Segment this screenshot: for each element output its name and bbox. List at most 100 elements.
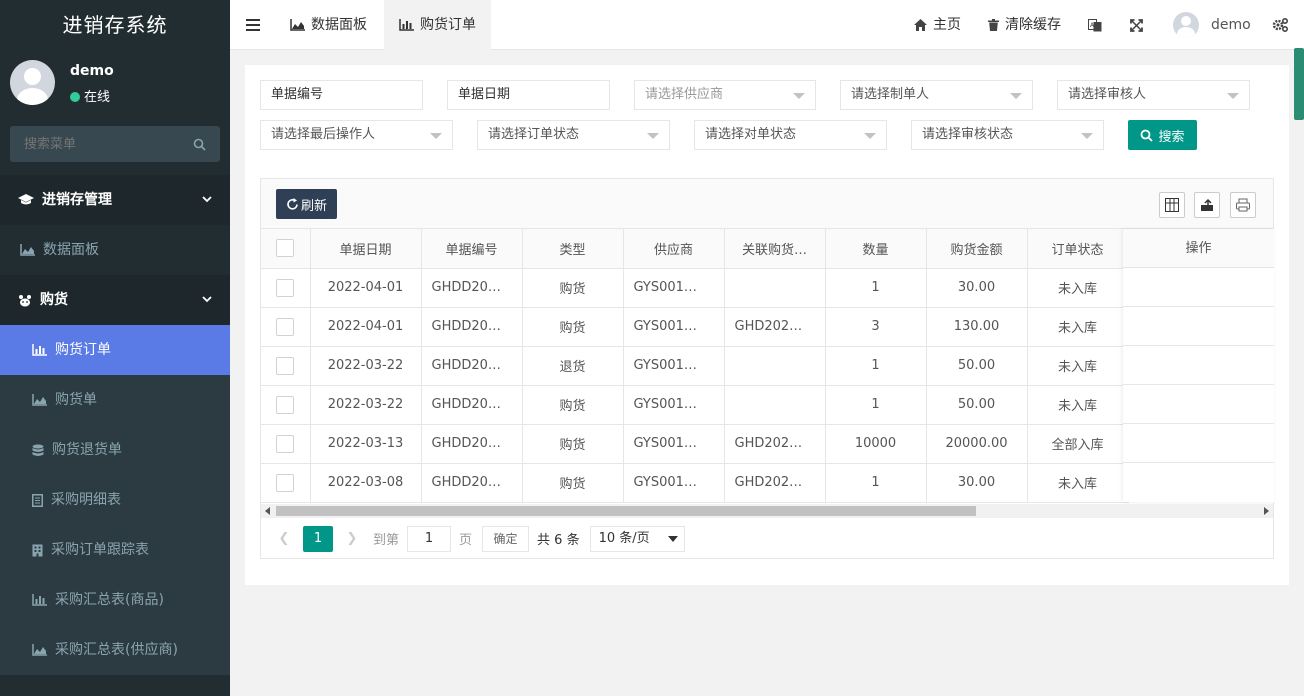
search-button[interactable]: 搜索 bbox=[1128, 120, 1197, 150]
tab-dashboard[interactable]: 数据面板 bbox=[278, 0, 379, 50]
col-type[interactable]: 类型 bbox=[522, 229, 624, 269]
table-row[interactable]: 2022-04-01 GHDD20… 购货 GYS001… GHD202… 3 … bbox=[261, 307, 1129, 347]
refresh-button[interactable]: 刷新 bbox=[276, 189, 337, 219]
col-status[interactable]: 订单状态 bbox=[1027, 229, 1129, 269]
user-status: 在线 bbox=[70, 86, 110, 105]
scroll-right-icon[interactable] bbox=[1264, 507, 1269, 515]
review-status-select[interactable]: 请选择审核状态 bbox=[911, 120, 1104, 150]
sidebar-item-purchase[interactable]: 购货 bbox=[0, 275, 230, 325]
doc-no-input[interactable]: 单据编号 bbox=[260, 80, 423, 110]
row-checkbox[interactable] bbox=[276, 356, 295, 375]
col-qty[interactable]: 数量 bbox=[825, 229, 927, 269]
doc-date-input[interactable]: 单据日期 bbox=[447, 80, 610, 110]
dropdown-arrow-icon bbox=[667, 535, 678, 542]
table-row[interactable]: 2022-04-01 GHDD20… 购货 GYS001… 1 30.00 未入… bbox=[261, 268, 1129, 308]
trash-icon bbox=[988, 19, 999, 31]
home-link[interactable]: 主页 bbox=[914, 0, 961, 50]
sidebar-item-label: 采购汇总表(供应商) bbox=[55, 642, 178, 658]
columns-icon bbox=[1165, 198, 1179, 212]
sidebar-item-label: 购货 bbox=[40, 292, 68, 308]
row-checkbox[interactable] bbox=[276, 473, 295, 492]
page-1-button[interactable]: 1 bbox=[303, 525, 333, 552]
bar-chart-icon bbox=[32, 344, 47, 356]
sidebar-item-summary-supplier[interactable]: 采购汇总表(供应商) bbox=[0, 625, 230, 675]
language-toggle[interactable]: A bbox=[1088, 0, 1102, 50]
menu-search-input[interactable] bbox=[10, 126, 180, 162]
sidebar-item-purchase-detail[interactable]: 采购明细表 bbox=[0, 475, 230, 525]
sidebar-item-label: 购货单 bbox=[55, 392, 97, 408]
operations-cell bbox=[1123, 346, 1274, 385]
col-linked[interactable]: 关联购货… bbox=[724, 229, 826, 269]
menu-search[interactable] bbox=[10, 126, 220, 162]
page-scrollbar[interactable] bbox=[1294, 48, 1304, 120]
search-icon[interactable] bbox=[193, 138, 206, 151]
printer-icon bbox=[1236, 198, 1250, 212]
table-row[interactable]: 2022-03-22 GHDD20… 退货 GYS001… 1 50.00 未入… bbox=[261, 346, 1129, 386]
search-icon bbox=[1141, 129, 1154, 142]
maker-select[interactable]: 请选择制单人 bbox=[840, 80, 1033, 110]
table-row[interactable]: 2022-03-08 GHDD20… 购货 GYS001… GHD202… 1 … bbox=[261, 463, 1129, 503]
sidebar-menu: 进销存管理 数据面板 购货 购货订单 购货单 购货退货单 采购明细表 采购订单跟… bbox=[0, 175, 230, 675]
row-checkbox[interactable] bbox=[276, 278, 295, 297]
pagination: ❮ 1 ❯ 到第 1 页 确定 共 6 条 10 条/页 bbox=[261, 518, 1273, 559]
row-checkbox[interactable] bbox=[276, 395, 295, 414]
sidebar-item-inventory[interactable]: 进销存管理 bbox=[0, 175, 230, 225]
sidebar-item-dashboard[interactable]: 数据面板 bbox=[0, 225, 230, 275]
export-button[interactable] bbox=[1194, 192, 1220, 218]
goto-page-input[interactable]: 1 bbox=[407, 525, 452, 552]
select-all-checkbox[interactable] bbox=[276, 239, 295, 258]
sidebar-item-purchase-order[interactable]: 购货订单 bbox=[0, 325, 230, 375]
user-menu[interactable]: demo bbox=[1173, 0, 1251, 50]
data-table: 刷新 单据日期 单据编号 类型 供应商 关联购货… 数量 购货金额 订单状态 2… bbox=[260, 178, 1274, 559]
sidebar-item-label: 数据面板 bbox=[43, 242, 99, 258]
goto-confirm-button[interactable]: 确定 bbox=[482, 525, 530, 552]
col-doc-no[interactable]: 单据编号 bbox=[421, 229, 523, 269]
sidebar-item-order-tracking[interactable]: 采购订单跟踪表 bbox=[0, 525, 230, 575]
page-size-select[interactable]: 10 条/页 bbox=[589, 525, 685, 552]
scrollbar-thumb[interactable] bbox=[276, 506, 976, 516]
column-filter-button[interactable] bbox=[1159, 192, 1185, 218]
paw-icon bbox=[19, 294, 31, 306]
sidebar-item-label: 购货订单 bbox=[55, 342, 111, 358]
next-page-icon[interactable]: ❯ bbox=[337, 531, 367, 546]
chevron-down-icon bbox=[202, 296, 212, 303]
main-content: 单据编号 单据日期 请选择供应商 请选择制单人 请选择审核人 请选择最后操作人 … bbox=[245, 65, 1289, 585]
horizontal-scrollbar[interactable] bbox=[261, 504, 1273, 518]
sidebar-item-purchase-bill[interactable]: 购货单 bbox=[0, 375, 230, 425]
col-amount[interactable]: 购货金额 bbox=[926, 229, 1028, 269]
tab-purchase-order[interactable]: 购货订单 bbox=[384, 0, 491, 50]
select-all-cell[interactable] bbox=[261, 229, 311, 269]
menu-toggle[interactable] bbox=[246, 0, 260, 50]
dropdown-arrow-icon bbox=[793, 93, 805, 99]
col-supplier[interactable]: 供应商 bbox=[623, 229, 725, 269]
clear-cache-link[interactable]: 清除缓存 bbox=[988, 0, 1061, 50]
goto-label: 到第 bbox=[373, 533, 400, 548]
operations-cell bbox=[1123, 268, 1274, 307]
settings-button[interactable] bbox=[1272, 0, 1288, 50]
prev-page-icon[interactable]: ❮ bbox=[269, 531, 299, 546]
reconcile-status-select[interactable]: 请选择对单状态 bbox=[694, 120, 887, 150]
sidebar-item-summary-goods[interactable]: 采购汇总表(商品) bbox=[0, 575, 230, 625]
chevron-down-icon bbox=[202, 196, 212, 203]
sidebar-item-purchase-return[interactable]: 购货退货单 bbox=[0, 425, 230, 475]
reviewer-select[interactable]: 请选择审核人 bbox=[1057, 80, 1250, 110]
last-operator-select[interactable]: 请选择最后操作人 bbox=[260, 120, 453, 150]
refresh-icon bbox=[287, 197, 298, 210]
translate-icon: A bbox=[1088, 18, 1102, 31]
col-operations: 操作 bbox=[1123, 229, 1274, 268]
bar-chart-icon bbox=[399, 19, 414, 31]
row-checkbox[interactable] bbox=[276, 434, 295, 453]
col-date[interactable]: 单据日期 bbox=[310, 229, 422, 269]
order-status-select[interactable]: 请选择订单状态 bbox=[477, 120, 670, 150]
hamburger-icon[interactable] bbox=[246, 19, 260, 31]
fullscreen-toggle[interactable] bbox=[1130, 0, 1143, 50]
table-row[interactable]: 2022-03-22 GHDD20… 购货 GYS001… 1 50.00 未入… bbox=[261, 385, 1129, 425]
orders-table: 单据日期 单据编号 类型 供应商 关联购货… 数量 购货金额 订单状态 2022… bbox=[261, 229, 1129, 503]
building-icon bbox=[32, 544, 43, 556]
table-row[interactable]: 2022-03-13 GHDD20… 购货 GYS001… GHD202… 10… bbox=[261, 424, 1129, 464]
user-panel: demo 在线 bbox=[0, 50, 230, 120]
print-button[interactable] bbox=[1230, 192, 1256, 218]
row-checkbox[interactable] bbox=[276, 317, 295, 336]
supplier-select[interactable]: 请选择供应商 bbox=[634, 80, 816, 110]
scroll-left-icon[interactable] bbox=[265, 507, 270, 515]
